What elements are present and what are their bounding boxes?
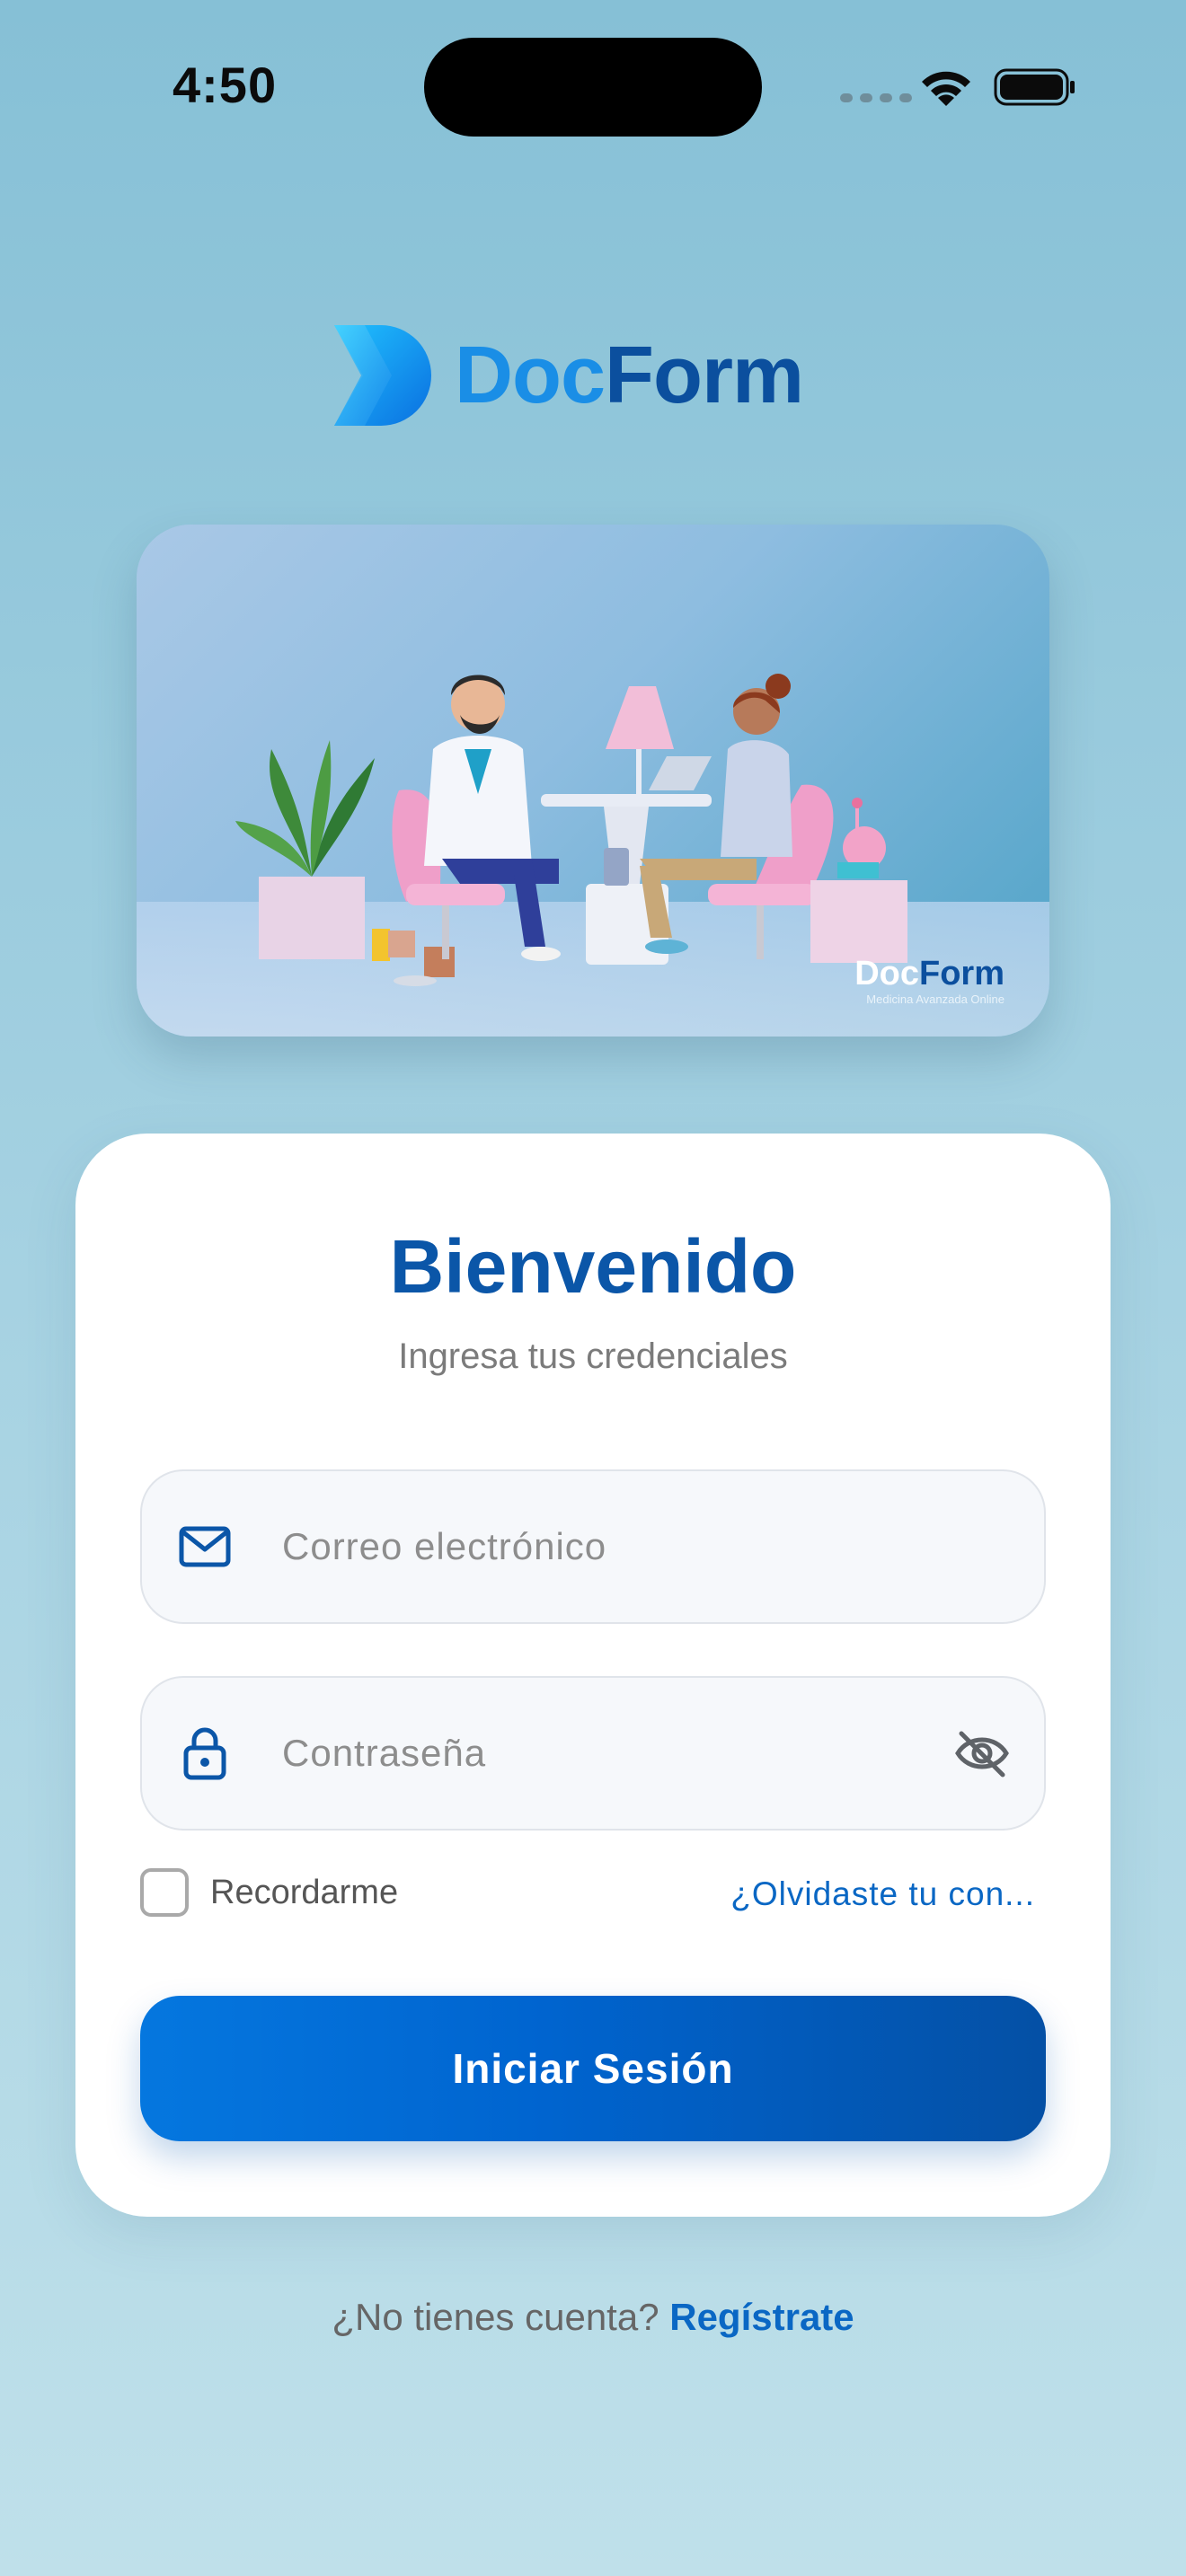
hero-illustration: DocForm Medicina Avanzada Online: [137, 525, 1049, 1037]
lock-icon: [178, 1726, 232, 1780]
email-input[interactable]: [280, 1524, 913, 1569]
password-field[interactable]: [140, 1676, 1046, 1831]
forgot-password-link[interactable]: ¿Olvidaste tu con...: [730, 1875, 1035, 1913]
docform-logo-mark: [334, 325, 431, 426]
login-button[interactable]: Iniciar Sesión: [140, 1996, 1046, 2141]
signup-prompt: ¿No tienes cuenta? Regístrate: [0, 2296, 1186, 2339]
brand-logo: DocForm: [329, 320, 804, 431]
email-field[interactable]: [140, 1469, 1046, 1624]
remember-label: Recordarme: [210, 1873, 399, 1911]
welcome-subtitle: Ingresa tus credenciales: [398, 1337, 788, 1376]
status-time: 4:50: [173, 57, 278, 113]
remember-checkbox[interactable]: [140, 1868, 189, 1917]
hero-brand-watermark: DocForm Medicina Avanzada Online: [854, 957, 1005, 1006]
signup-link[interactable]: Regístrate: [669, 2296, 854, 2338]
hero-brand-doc: Doc: [854, 955, 919, 992]
hero-brand-tagline: Medicina Avanzada Online: [866, 992, 1005, 1006]
welcome-title: Bienvenido: [389, 1224, 797, 1309]
password-input[interactable]: [280, 1731, 913, 1776]
signup-text: ¿No tienes cuenta?: [332, 2296, 670, 2338]
brand-name-form: Form: [605, 330, 804, 420]
remember-me[interactable]: Recordarme: [140, 1868, 398, 1917]
hero-brand-form: Form: [919, 955, 1005, 992]
cellular-signal-icon: [840, 93, 912, 102]
eye-off-icon[interactable]: [954, 1728, 1010, 1783]
brand-name: DocForm: [455, 330, 804, 422]
battery-icon: [994, 68, 1075, 106]
wifi-icon: [922, 71, 970, 106]
dynamic-island: [424, 38, 762, 137]
login-card: Bienvenido Ingresa tus credenciales Corr…: [75, 1134, 1111, 2217]
mail-icon: [178, 1526, 232, 1567]
brand-name-doc: Doc: [455, 330, 606, 420]
